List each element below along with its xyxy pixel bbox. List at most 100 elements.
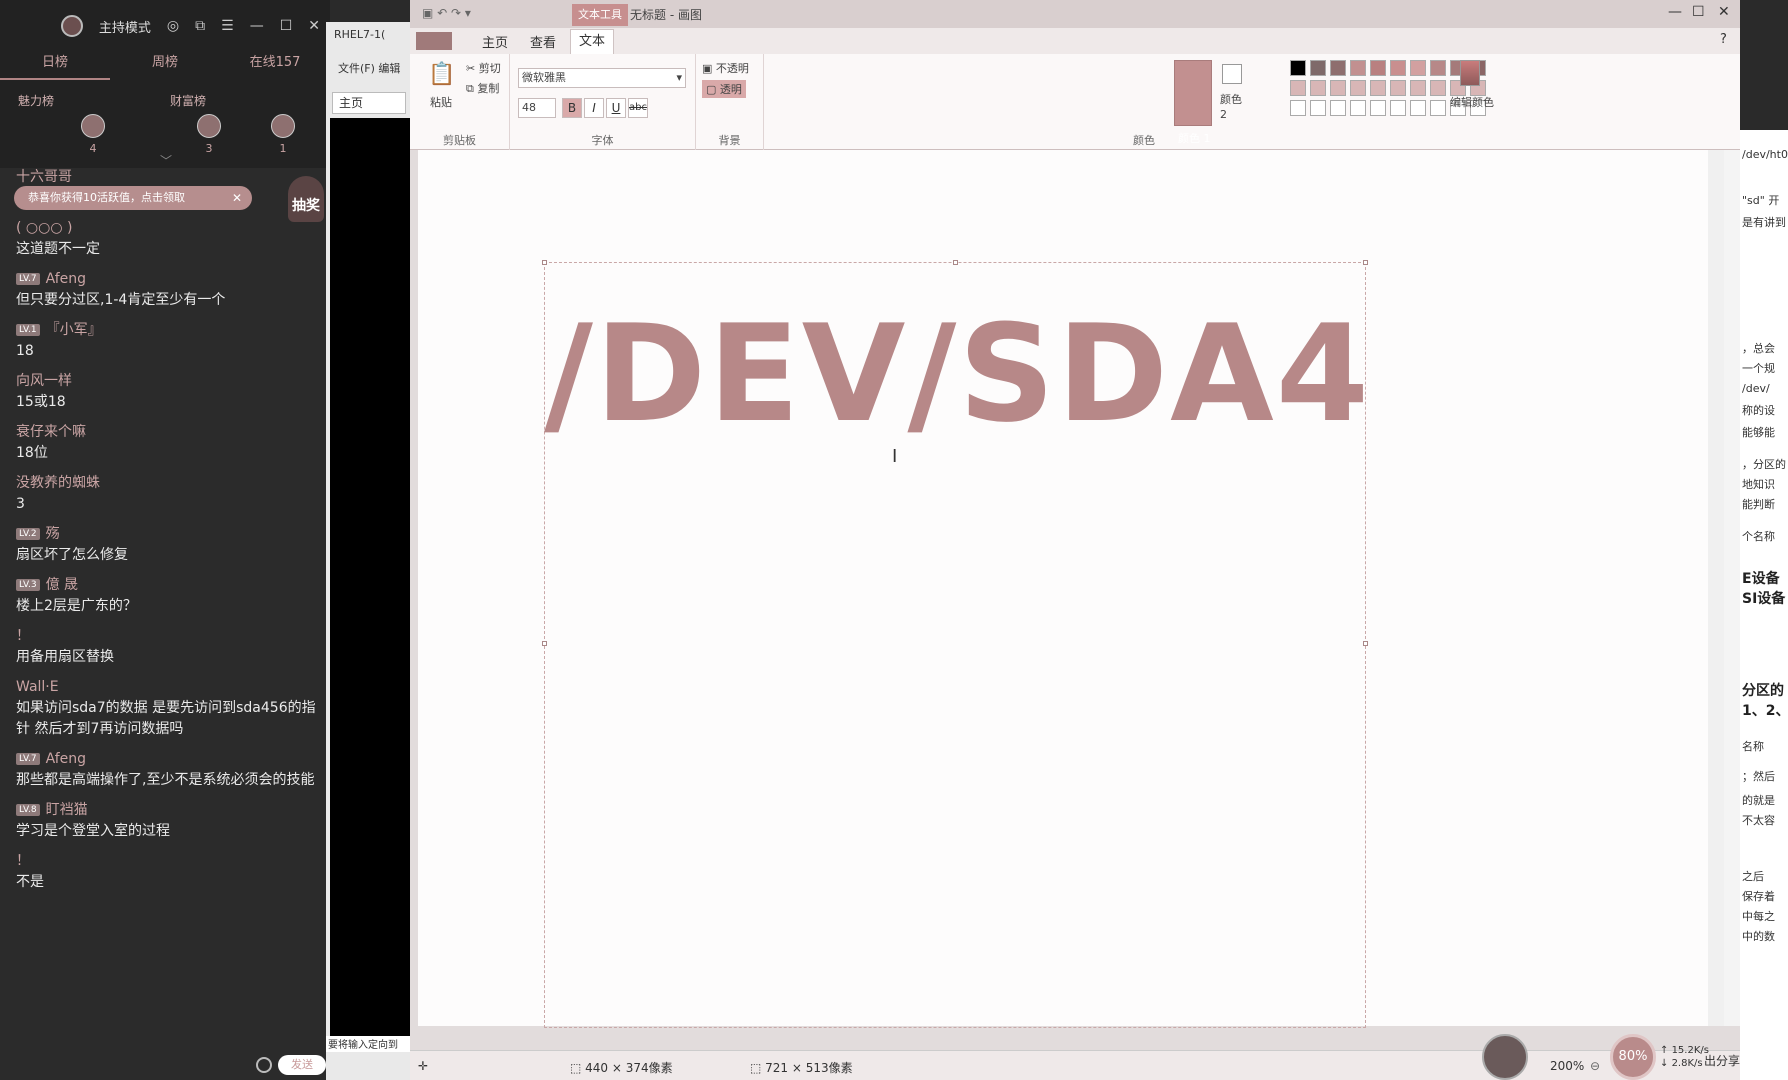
color-1-button[interactable] [1174, 60, 1212, 126]
font-family-select[interactable]: 微软雅黑 ▾ [518, 68, 686, 88]
emoji-icon[interactable] [256, 1057, 272, 1073]
tab-text[interactable]: 文本 [570, 29, 615, 54]
color-swatch[interactable] [1430, 80, 1446, 96]
tab-online[interactable]: 在线157 [220, 52, 330, 80]
resize-handle[interactable] [1363, 641, 1368, 646]
paste-button[interactable]: 粘贴 [430, 94, 452, 110]
rank-user[interactable]: 4 [78, 114, 108, 155]
minimize-icon[interactable]: — [1668, 4, 1682, 20]
close-icon[interactable]: ✕ [232, 186, 242, 210]
copy-button[interactable]: ⧉ 复制 [466, 80, 499, 96]
vm-screen[interactable] [330, 118, 410, 1038]
chat-username[interactable]: 十六哥哥 [16, 166, 316, 188]
minimize-icon[interactable]: — [250, 18, 264, 34]
chat-username[interactable]: LV.7 Afeng [16, 268, 316, 290]
color-swatch[interactable] [1370, 80, 1386, 96]
chat-username[interactable]: ！ [16, 625, 316, 647]
host-avatar[interactable] [60, 15, 83, 37]
color-swatch[interactable] [1290, 80, 1306, 96]
color-swatch[interactable] [1330, 80, 1346, 96]
maximize-icon[interactable]: ☐ [280, 18, 293, 34]
color-swatch[interactable] [1310, 60, 1326, 76]
color-swatch[interactable] [1390, 80, 1406, 96]
resize-handle[interactable] [542, 260, 547, 265]
color-swatch[interactable] [1410, 60, 1426, 76]
tab-daily[interactable]: 日榜 [0, 52, 110, 80]
font-size-select[interactable]: 48 [518, 98, 556, 118]
color-swatch[interactable] [1350, 60, 1366, 76]
chat-username[interactable]: LV.2 殇 [16, 523, 316, 545]
host-mode-label[interactable]: 主持模式 [99, 17, 151, 36]
send-button[interactable]: 发送 [278, 1055, 326, 1075]
chat-username[interactable]: ( ○○○ ) [16, 217, 316, 239]
chat-username[interactable]: 没教养的蜘蛛 [16, 472, 316, 494]
chat-username[interactable]: LV.3 億 晟 [16, 574, 316, 596]
color-swatch[interactable] [1430, 100, 1446, 116]
chat-username[interactable]: LV.7 Afeng [16, 748, 316, 770]
vm-menubar[interactable]: 文件(F) 编辑 [338, 60, 400, 76]
color-2-button[interactable] [1222, 64, 1242, 84]
color-swatch[interactable] [1410, 100, 1426, 116]
paste-icon[interactable]: 📋 [428, 62, 455, 87]
resize-handle[interactable] [1363, 260, 1368, 265]
color-swatch[interactable] [1310, 80, 1326, 96]
color-swatch[interactable] [1370, 100, 1386, 116]
menu-icon[interactable]: ☰ [221, 18, 234, 34]
chat-username[interactable]: 向风一样 [16, 370, 316, 392]
italic-button[interactable]: I [584, 98, 604, 118]
chat-username[interactable]: 衰仔来个嘛 [16, 421, 316, 443]
chat-username-text: 十六哥哥 [16, 169, 72, 185]
zoom-out-icon[interactable]: ⊖ [1590, 1059, 1600, 1073]
color-swatch[interactable] [1390, 60, 1406, 76]
rank-user[interactable]: 3 [194, 114, 224, 155]
popout-icon[interactable]: ⧉ [195, 18, 205, 34]
chat-username[interactable]: Wall·E [16, 676, 316, 698]
tab-home[interactable]: 主页 [482, 32, 508, 51]
color-swatch[interactable] [1430, 60, 1446, 76]
resize-handle[interactable] [542, 641, 547, 646]
color-swatch[interactable] [1410, 80, 1426, 96]
underline-button[interactable]: U [606, 98, 626, 118]
color-swatch[interactable] [1330, 100, 1346, 116]
close-icon[interactable]: ✕ [1718, 4, 1730, 20]
settings-icon[interactable]: ◎ [167, 18, 179, 34]
chat-message-text: 3 [16, 496, 25, 512]
color-swatch[interactable] [1330, 60, 1346, 76]
cpu-usage-badge[interactable]: 80% [1610, 1034, 1656, 1080]
chat-username[interactable]: LV.1 『小军』 [16, 319, 316, 341]
vertical-scrollbar[interactable] [1708, 150, 1724, 1026]
opaque-button[interactable]: ▣ 不透明 [702, 60, 749, 76]
color-swatch[interactable] [1390, 100, 1406, 116]
quick-access-toolbar[interactable]: ▣ ↶ ↷ ▾ [422, 6, 471, 20]
color-swatch[interactable] [1310, 100, 1326, 116]
tab-view[interactable]: 查看 [530, 32, 556, 51]
share-button[interactable]: 出分享 [1704, 1052, 1740, 1069]
transparent-button[interactable]: ▢ 透明 [702, 80, 746, 98]
chat-message-list[interactable]: 十六哥哥 18 ( ○○○ ) 这道题不一定 LV.7 Afeng 但只要分过区,1-4肯定… [16, 166, 316, 901]
charm-rank-label[interactable]: 魅力榜 [18, 92, 54, 109]
color-swatch[interactable] [1350, 80, 1366, 96]
vm-home-tab[interactable]: 主页 [332, 92, 406, 114]
bold-button[interactable]: B [562, 98, 582, 118]
maximize-icon[interactable]: ☐ [1692, 4, 1705, 20]
resize-handle[interactable] [953, 260, 958, 265]
color-swatch[interactable] [1290, 60, 1306, 76]
color-swatch[interactable] [1370, 60, 1386, 76]
chat-username[interactable]: ！ [16, 850, 316, 872]
close-icon[interactable]: ✕ [308, 18, 320, 34]
reward-notice[interactable]: 恭喜你获得10活跃值，点击领取 ✕ [14, 186, 252, 210]
color-swatch[interactable] [1290, 100, 1306, 116]
strikethrough-button[interactable]: abc [628, 98, 648, 118]
rank-user[interactable]: 1 [268, 114, 298, 155]
chat-username[interactable]: LV.8 盯裆猫 [16, 799, 316, 821]
lottery-button[interactable]: 抽奖 [288, 176, 324, 222]
tab-weekly[interactable]: 周榜 [110, 52, 220, 80]
edit-colors-button[interactable]: 编辑颜色 [1450, 94, 1494, 110]
file-menu-button[interactable] [416, 32, 452, 50]
drawing-canvas[interactable]: /DEV/SDA4 I [418, 150, 1724, 1028]
wealth-rank-label[interactable]: 财富榜 [170, 92, 206, 109]
color-swatch[interactable] [1350, 100, 1366, 116]
cut-button[interactable]: ✂ 剪切 [466, 60, 501, 76]
help-icon[interactable]: ? [1720, 32, 1727, 47]
edit-colors-icon[interactable] [1460, 60, 1480, 86]
